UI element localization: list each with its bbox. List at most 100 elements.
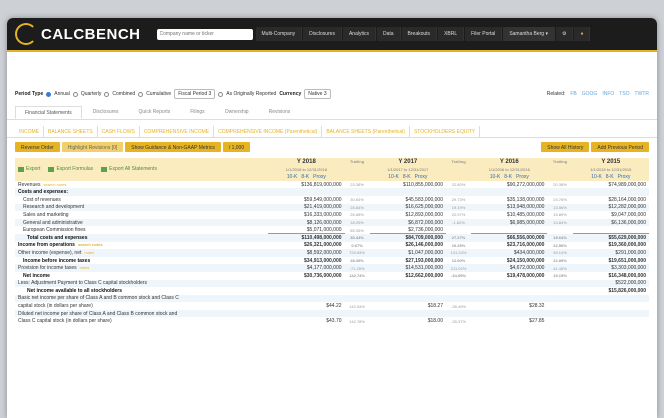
related-tso[interactable]: TSO (619, 91, 629, 97)
notification-icon[interactable]: ● (574, 27, 591, 41)
company-search-input[interactable] (156, 28, 253, 40)
cell-value[interactable] (369, 188, 446, 196)
highlight-revisions-button[interactable]: Highlight Revisions [0] (61, 142, 124, 152)
cell-value[interactable]: $44.22 (268, 302, 344, 310)
filing-link[interactable]: 10-K (287, 174, 298, 180)
row-notes-link[interactable]: notes (84, 250, 94, 256)
cell-value[interactable]: $6,985,000,000 (471, 218, 548, 227)
cell-value[interactable]: $66,556,000,000 (471, 233, 548, 242)
cell-value[interactable]: $15,826,000,000 (573, 287, 649, 295)
subtab-cash-flows[interactable]: CASH FLOWS (98, 126, 140, 137)
cell-value[interactable] (572, 309, 649, 318)
cell-value[interactable]: $90,272,000,000 (471, 181, 547, 189)
cell-value[interactable]: $291,000,000 (572, 249, 649, 257)
subtab-comprehensive-income[interactable]: COMPREHENSIVE INCOME (140, 126, 215, 137)
tab-filings[interactable]: Filings (181, 106, 213, 119)
cell-value[interactable]: $35,138,000,000 (471, 196, 547, 204)
cell-value[interactable] (572, 188, 649, 196)
related-goog[interactable]: GOOG (582, 91, 598, 97)
cell-value[interactable] (268, 294, 345, 303)
cell-value[interactable] (471, 294, 548, 303)
radio-cumulative[interactable] (138, 91, 144, 97)
cell-value[interactable] (471, 309, 548, 318)
cell-value[interactable] (471, 287, 547, 295)
cell-value[interactable]: $12,282,000,000 (572, 203, 649, 212)
tab-ownership[interactable]: Ownership (216, 106, 258, 119)
logo[interactable]: CALCBENCH (15, 23, 141, 45)
export-link-0[interactable]: Export (18, 166, 40, 172)
cell-value[interactable] (369, 279, 446, 288)
nav-disclosures[interactable]: Disclosures (303, 27, 342, 41)
cell-value[interactable]: $5,071,000,000 (268, 226, 344, 234)
cell-value[interactable]: $34,913,000,000 (268, 257, 344, 265)
cell-value[interactable]: $110,498,000,000 (268, 233, 345, 242)
filing-link[interactable]: Proxy (415, 174, 428, 180)
cell-value[interactable]: $16,625,000,000 (369, 203, 446, 212)
cell-value[interactable] (471, 279, 548, 288)
subtab-stockholders-equity[interactable]: STOCKHOLDERS EQUITY (410, 126, 481, 137)
nav-breakouts[interactable]: Breakouts (401, 27, 438, 41)
radio-annual[interactable] (46, 91, 52, 97)
cell-value[interactable] (369, 309, 446, 318)
cell-value[interactable]: $6,872,000,000 (369, 218, 446, 227)
cell-value[interactable]: $522,000,000 (572, 279, 649, 288)
cell-value[interactable] (573, 317, 649, 325)
cell-value[interactable]: $74,989,000,000 (573, 181, 649, 189)
related-twtr[interactable]: TWTR (635, 91, 649, 97)
cell-value[interactable]: $12,662,000,000 (370, 272, 446, 280)
cell-value[interactable]: $8,126,000,000 (268, 218, 345, 227)
cell-value[interactable] (572, 294, 649, 303)
cell-value[interactable]: $55,629,000,000 (572, 233, 649, 242)
cell-value[interactable]: $19,360,000,000 (573, 242, 649, 250)
scale-button[interactable]: / 1,000 (222, 142, 251, 152)
cell-value[interactable]: $6,136,000,000 (572, 218, 649, 227)
export-link-2[interactable]: Export All Statements (101, 166, 157, 172)
filing-link[interactable]: 8-K (606, 174, 614, 180)
nav-analytics[interactable]: Analytics (342, 27, 376, 41)
fiscal-period-select[interactable]: Fiscal Period 3 (174, 89, 216, 99)
currency-select[interactable]: Native 3 (304, 89, 331, 99)
cell-value[interactable] (268, 279, 345, 288)
cell-value[interactable]: $18.27 (370, 302, 446, 310)
cell-value[interactable]: $2,736,000,000 (370, 226, 446, 234)
row-notes-link[interactable]: notes (80, 265, 90, 271)
cell-value[interactable] (369, 294, 446, 303)
cell-value[interactable]: $3,303,000,000 (572, 264, 649, 272)
cell-value[interactable]: $26,146,000,000 (370, 242, 446, 250)
cell-value[interactable]: $13,948,000,000 (471, 203, 548, 212)
tab-disclosures[interactable]: Disclosures (84, 106, 128, 119)
subtab-income[interactable]: INCOME (15, 126, 44, 137)
filing-link[interactable]: 10-K (591, 174, 602, 180)
as-reported-checkbox[interactable] (218, 91, 224, 97)
row-notes-link[interactable]: search notes (44, 182, 67, 188)
cell-value[interactable]: $27.85 (471, 317, 547, 325)
cell-value[interactable] (370, 287, 446, 295)
subtab-balance-sheets[interactable]: BALANCE SHEETS (44, 126, 98, 137)
cell-value[interactable]: $45,583,000,000 (370, 196, 446, 204)
cell-value[interactable] (268, 188, 345, 196)
cell-value[interactable]: $4,672,000,000 (471, 264, 548, 272)
cell-value[interactable] (268, 309, 345, 318)
cell-value[interactable]: $27,193,000,000 (370, 257, 446, 265)
export-link-1[interactable]: Export Formulas (48, 166, 93, 172)
cell-value[interactable]: $24,150,000,000 (471, 257, 547, 265)
show-all-history-button[interactable]: Show All History (541, 142, 590, 152)
cell-value[interactable]: $9,047,000,000 (573, 211, 649, 219)
cell-value[interactable]: $19,478,000,000 (471, 272, 547, 280)
settings-icon[interactable]: ⚙ (555, 27, 574, 41)
filing-link[interactable]: Proxy (313, 174, 326, 180)
add-previous-period-button[interactable]: Add Previous Period (591, 142, 649, 152)
related-info[interactable]: INFO (602, 91, 614, 97)
row-notes-link[interactable]: search notes (78, 242, 103, 248)
tab-financial-statements[interactable]: Financial Statements (15, 106, 82, 119)
cell-value[interactable]: $14,531,000,000 (369, 264, 446, 272)
cell-value[interactable]: $43.70 (268, 317, 344, 325)
filing-link[interactable]: 10-K (490, 174, 501, 180)
cell-value[interactable] (471, 188, 548, 196)
column-year-0[interactable]: Y 2018 (268, 158, 345, 166)
filing-link[interactable]: Proxy (516, 174, 529, 180)
cell-value[interactable]: $8,592,000,000 (268, 249, 345, 257)
column-year-1[interactable]: Y 2017 (369, 158, 446, 166)
cell-value[interactable] (268, 287, 344, 295)
cell-value[interactable] (471, 226, 547, 234)
